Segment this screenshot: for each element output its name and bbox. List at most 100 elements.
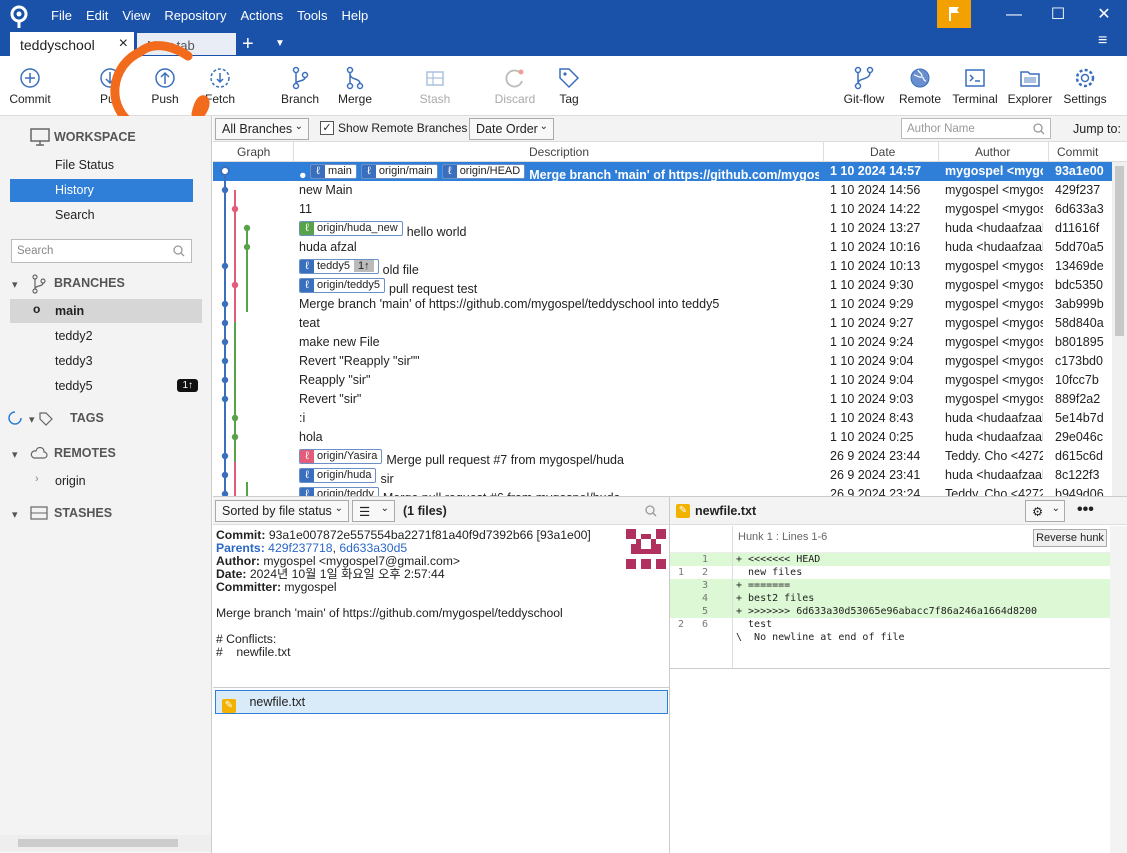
commit-row[interactable]: 11 1 10 2024 14:22 mygospel <mygospel7@gma…: [213, 200, 1113, 219]
history-scroll-thumb[interactable]: [1115, 166, 1124, 336]
menu-edit[interactable]: Edit: [79, 8, 115, 24]
sort-dropdown[interactable]: Sorted by file status ⌄: [215, 500, 349, 522]
remote-button[interactable]: Remote: [890, 56, 950, 116]
col-description[interactable]: Description: [529, 145, 589, 159]
menu-repository[interactable]: Repository: [157, 8, 233, 24]
col-graph[interactable]: Graph: [237, 145, 270, 159]
parent-link-1[interactable]: 429f237718: [268, 541, 332, 555]
reverse-hunk-button[interactable]: Reverse hunk: [1033, 529, 1107, 547]
tab-dropdown-icon[interactable]: ▼: [275, 38, 285, 49]
stash-button[interactable]: Stash: [405, 56, 465, 116]
minimize-button[interactable]: —: [994, 2, 1034, 28]
commit-row[interactable]: ℓ origin/huda_new hello world 1 10 2024 13:…: [213, 219, 1113, 239]
commit-row[interactable]: ℓ origin/huda sir 26 9 2024 23:41 huda <huda…: [213, 466, 1113, 486]
col-author[interactable]: Author: [975, 145, 1010, 159]
explorer-button[interactable]: Explorer: [1000, 56, 1060, 116]
author-filter-input[interactable]: Author Name: [901, 118, 1051, 139]
diff-options-dropdown[interactable]: ⚙ ⌄: [1025, 500, 1065, 522]
ref-label[interactable]: ℓ origin/teddy: [299, 487, 379, 496]
commit-date: 1 10 2024 9:29: [830, 297, 914, 311]
commit-description: Revert "Reapply "sir"": [299, 354, 420, 368]
old-line-number: 2: [677, 619, 684, 630]
maximize-button[interactable]: ☐: [1038, 2, 1078, 28]
history-vscrollbar[interactable]: [1112, 162, 1127, 496]
view-mode-dropdown[interactable]: ☰ ⌄: [352, 500, 395, 522]
commit-row[interactable]: Reapply "sir" 1 10 2024 9:04 mygospel <myg…: [213, 371, 1113, 390]
branch-item-teddy3[interactable]: teddy3: [10, 349, 202, 373]
commit-row[interactable]: ● ℓ main ℓ origin/main ℓ origin/HEAD Merge bra…: [213, 162, 1113, 182]
merge-button[interactable]: Merge: [325, 56, 385, 116]
commit-row[interactable]: ℓ teddy5 1↑ old file 1 10 2024 10:13 mygospel…: [213, 257, 1113, 277]
branch-item-teddy2[interactable]: teddy2: [10, 324, 202, 348]
commit-row[interactable]: ℓ origin/teddy5 pull request test 1 10 2024…: [213, 276, 1113, 296]
menu-tools[interactable]: Tools: [290, 8, 334, 24]
ref-label[interactable]: ℓ origin/huda_new: [299, 221, 403, 236]
commit-hash: 3ab999b: [1055, 297, 1104, 311]
commit-row[interactable]: :i 1 10 2024 8:43 huda <hudaafzaal> 5e14b7d: [213, 409, 1113, 428]
commit-row[interactable]: Revert "sir" 1 10 2024 9:03 mygospel <mygo…: [213, 390, 1113, 409]
changed-file-item[interactable]: ✎ newfile.txt: [215, 690, 668, 714]
settings-button[interactable]: Settings: [1055, 56, 1115, 116]
search-icon[interactable]: [645, 505, 658, 518]
stashes-collapse-icon[interactable]: ▾: [12, 508, 18, 521]
commit-description: ℓ origin/huda sir: [299, 468, 819, 486]
nav-history[interactable]: History: [10, 179, 193, 202]
hamburger-menu-icon[interactable]: ≡: [1098, 33, 1114, 49]
commit-row[interactable]: ℓorigin/teddyMerge pull request #6 from …: [213, 485, 1113, 496]
sidebar-search-input[interactable]: Search: [11, 239, 192, 263]
ref-label[interactable]: ℓ origin/teddy5: [299, 278, 385, 293]
branch-filter-dropdown[interactable]: All Branches ⌄: [215, 118, 309, 140]
ref-label[interactable]: ℓ origin/HEAD: [441, 164, 526, 179]
menu-view[interactable]: View: [115, 8, 157, 24]
commit-row[interactable]: Merge branch 'main' of https://github.co…: [213, 295, 1113, 314]
remote-expand-icon[interactable]: ›: [35, 473, 39, 485]
tags-collapse-icon[interactable]: ▾: [29, 413, 35, 426]
discard-button[interactable]: Discard: [485, 56, 545, 116]
close-button[interactable]: ✕: [1084, 2, 1124, 28]
ref-label[interactable]: ℓ main: [310, 164, 357, 179]
menu-help[interactable]: Help: [334, 8, 375, 24]
flag-button[interactable]: [937, 0, 971, 28]
more-options-icon[interactable]: •••: [1077, 501, 1094, 519]
order-dropdown[interactable]: Date Order ⌄: [469, 118, 554, 140]
remotes-collapse-icon[interactable]: ▾: [12, 448, 18, 461]
menu-actions[interactable]: Actions: [233, 8, 290, 24]
add-tab-icon[interactable]: +: [242, 33, 254, 56]
branch-item-main[interactable]: o main: [10, 299, 202, 323]
commit-row[interactable]: Revert "Reapply "sir"" 1 10 2024 9:04 mygo…: [213, 352, 1113, 371]
parent-link-2[interactable]: 6d633a30d5: [339, 541, 407, 555]
tag-button[interactable]: Tag: [539, 56, 599, 116]
branch-item-teddy5[interactable]: teddy5 1↑: [10, 374, 202, 398]
ref-label[interactable]: ℓ origin/Yasira: [299, 449, 383, 464]
diff-pane: ✎ newfile.txt ⚙ ⌄ ••• Hunk 1 : Lines 1-6…: [670, 496, 1127, 853]
col-date[interactable]: Date: [870, 145, 895, 159]
ref-label[interactable]: ℓ origin/main: [360, 164, 438, 179]
explorer-label: Explorer: [1007, 92, 1053, 106]
nav-file-status[interactable]: File Status: [10, 154, 193, 177]
sidebar-hscrollbar[interactable]: [0, 835, 211, 851]
col-commit[interactable]: Commit: [1057, 145, 1098, 159]
menu-file[interactable]: File: [44, 8, 79, 24]
terminal-button[interactable]: Terminal: [945, 56, 1005, 116]
commit-row[interactable]: new Main 1 10 2024 14:56 mygospel <mygospe…: [213, 181, 1113, 200]
parents-label: Parents:: [216, 541, 265, 555]
commit-button[interactable]: Commit: [0, 56, 60, 116]
nav-search[interactable]: Search: [10, 204, 193, 227]
remote-origin[interactable]: origin: [55, 474, 86, 488]
conflict-file-line: # newfile.txt: [216, 645, 291, 659]
commit-row[interactable]: teat 1 10 2024 9:27 mygospel <mygospel7@gm…: [213, 314, 1113, 333]
show-remote-checkbox[interactable]: ✓: [320, 121, 334, 135]
branches-collapse-icon[interactable]: ▾: [12, 278, 18, 291]
commit-date: 1 10 2024 10:16: [830, 240, 921, 254]
gitflow-button[interactable]: Git-flow: [834, 56, 894, 116]
ref-label[interactable]: ℓ origin/huda: [299, 468, 377, 483]
commit-row[interactable]: hola 1 10 2024 0:25 huda <hudaafzaal> 29e04…: [213, 428, 1113, 447]
ref-label[interactable]: ℓ teddy5 1↑: [299, 259, 379, 274]
diff-vscrollbar[interactable]: [1110, 526, 1127, 853]
sidebar-scroll-thumb[interactable]: [18, 839, 178, 847]
commit-row[interactable]: make new File 1 10 2024 9:24 mygospel <myg…: [213, 333, 1113, 352]
branch-button[interactable]: Branch: [270, 56, 330, 116]
commit-row[interactable]: huda afzal 1 10 2024 10:16 huda <hudaafzaa…: [213, 238, 1113, 257]
commit-hash: 889f2a2: [1055, 392, 1101, 406]
commit-row[interactable]: ℓ origin/Yasira Merge pull request #7 from…: [213, 447, 1113, 467]
